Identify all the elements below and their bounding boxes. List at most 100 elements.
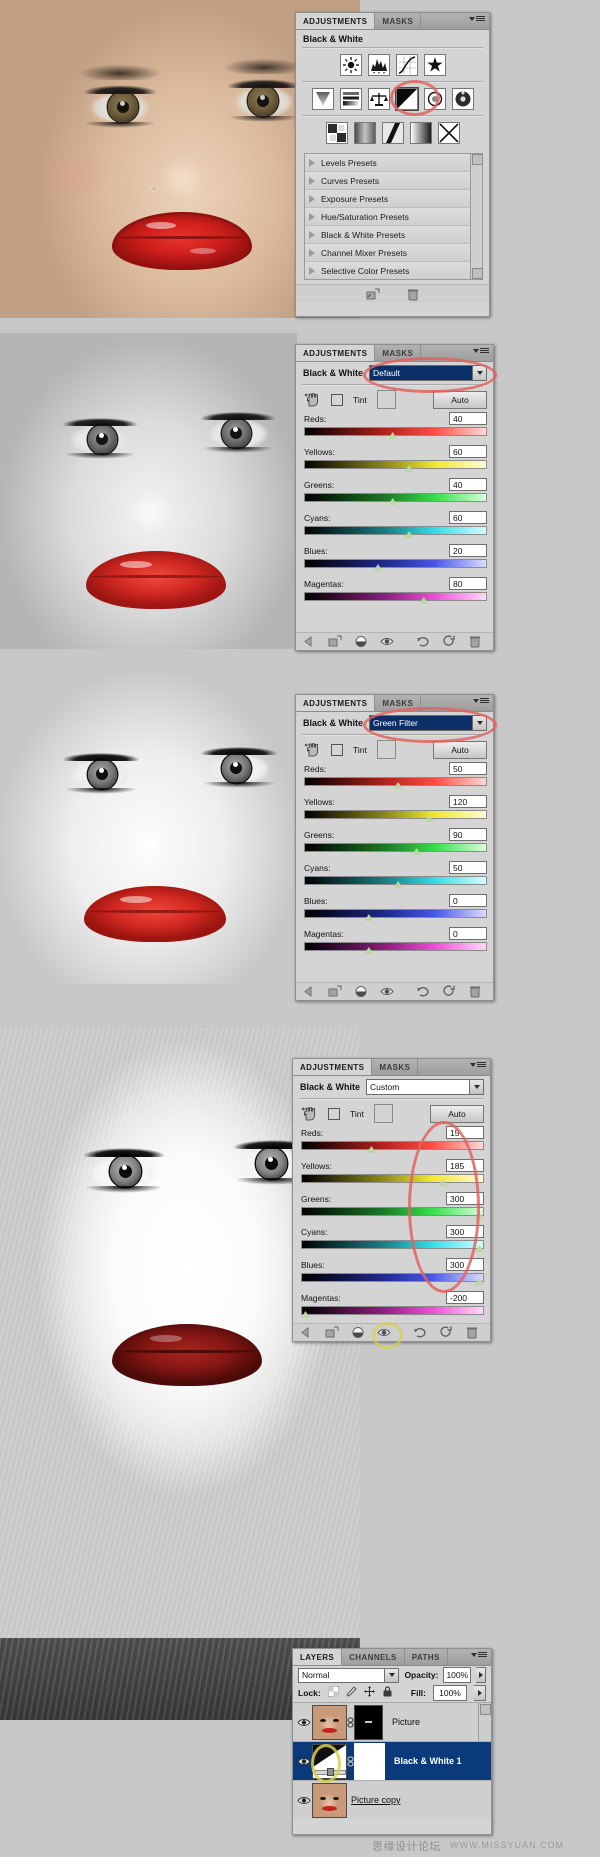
slider-track[interactable]	[304, 942, 487, 951]
slider-track[interactable]	[304, 810, 487, 819]
scroll-up-button[interactable]	[480, 1704, 491, 1715]
clip-to-layer-icon[interactable]	[328, 635, 342, 648]
panel-menu-icon[interactable]	[470, 1062, 486, 1067]
photo-filter-icon[interactable]	[423, 88, 446, 110]
slider-value[interactable]: 60	[449, 445, 487, 458]
tab-channels[interactable]: CHANNELS	[342, 1649, 405, 1665]
layer-link-icon[interactable]	[347, 1755, 354, 1768]
selective-color-icon[interactable]	[437, 122, 460, 144]
slider-value[interactable]: 50	[449, 762, 487, 775]
reset-icon[interactable]	[442, 635, 456, 648]
tint-checkbox[interactable]	[331, 393, 343, 406]
slider-value[interactable]: 60	[449, 511, 487, 524]
preset-row[interactable]: Exposure Presets	[305, 190, 482, 208]
layer-thumbnail[interactable]	[312, 1743, 347, 1779]
tab-adjustments[interactable]: ADJUSTMENTS	[296, 345, 376, 361]
layer-row[interactable]: Picture	[293, 1703, 491, 1742]
on-image-adjust-icon[interactable]	[304, 742, 321, 757]
preset-row[interactable]: Selective Color Presets	[305, 262, 482, 279]
layer-mask-thumbnail[interactable]	[354, 1742, 385, 1780]
expand-triangle-icon[interactable]	[309, 158, 315, 167]
return-to-list-icon[interactable]	[299, 1326, 313, 1339]
slider-value[interactable]: 40	[449, 478, 487, 491]
tab-masks[interactable]: MASKS	[372, 1059, 419, 1075]
toggle-layer-visibility-icon[interactable]	[354, 635, 368, 648]
return-to-list-icon[interactable]	[302, 985, 316, 998]
gradient-map-icon[interactable]	[409, 122, 432, 144]
preset-row[interactable]: Hue/Saturation Presets	[305, 208, 482, 226]
preset-dropdown[interactable]: Default	[369, 365, 487, 381]
slider-track[interactable]	[304, 876, 487, 885]
slider-value[interactable]: 0	[449, 894, 487, 907]
auto-button[interactable]: Auto	[433, 390, 487, 409]
slider-track[interactable]	[304, 777, 487, 786]
layer-visibility-eye-icon[interactable]	[295, 1755, 312, 1768]
on-image-adjust-icon[interactable]	[304, 392, 321, 407]
expand-triangle-icon[interactable]	[309, 266, 315, 275]
panel-menu-icon[interactable]	[469, 16, 485, 21]
slider-track[interactable]	[304, 460, 487, 469]
panel-menu-icon[interactable]	[473, 698, 489, 703]
toggle-layer-visibility-icon[interactable]	[351, 1326, 365, 1339]
tab-masks[interactable]: MASKS	[375, 345, 422, 361]
chevron-down-icon[interactable]	[472, 366, 486, 380]
return-to-list-icon[interactable]	[302, 635, 316, 648]
lock-all-icon[interactable]	[382, 1684, 393, 1702]
tint-color-swatch[interactable]	[376, 390, 396, 409]
tab-paths[interactable]: PATHS	[404, 1649, 448, 1665]
slider-track[interactable]	[304, 843, 487, 852]
preview-eye-icon[interactable]	[372, 1322, 403, 1349]
slider-value[interactable]: 0	[449, 927, 487, 940]
fill-stepper-arrow[interactable]	[474, 1685, 486, 1701]
slider-track[interactable]	[304, 592, 487, 601]
layers-scrollbar[interactable]	[478, 1703, 491, 1741]
slider-track[interactable]	[301, 1273, 484, 1282]
slider-value[interactable]: 20	[449, 544, 487, 557]
preset-dropdown[interactable]: Custom	[366, 1079, 484, 1095]
tint-color-swatch[interactable]	[373, 1104, 393, 1123]
layer-row[interactable]: Picture copy	[293, 1781, 491, 1819]
expand-triangle-icon[interactable]	[309, 230, 315, 239]
tab-adjustments[interactable]: ADJUSTMENTS	[296, 695, 376, 711]
tint-checkbox[interactable]	[328, 1107, 340, 1120]
panel-menu-icon[interactable]	[473, 348, 489, 353]
clip-to-layer-icon[interactable]	[325, 1326, 339, 1339]
tab-masks[interactable]: MASKS	[375, 13, 422, 29]
slider-track[interactable]	[301, 1240, 484, 1249]
scroll-down-button[interactable]	[472, 268, 483, 279]
view-previous-state-icon[interactable]	[413, 1326, 427, 1339]
chevron-down-icon[interactable]	[469, 1080, 483, 1094]
slider-value[interactable]: 40	[449, 412, 487, 425]
auto-button[interactable]: Auto	[430, 1104, 484, 1123]
reset-icon[interactable]	[439, 1326, 453, 1339]
delete-adjustment-icon[interactable]	[468, 985, 482, 998]
tab-adjustments[interactable]: ADJUSTMENTS	[293, 1059, 373, 1075]
preset-scrollbar[interactable]	[470, 154, 483, 279]
slider-value[interactable]: 300	[446, 1225, 484, 1238]
preset-row[interactable]: Channel Mixer Presets	[305, 244, 482, 262]
hue-saturation-icon[interactable]	[339, 88, 362, 110]
layer-thumbnail[interactable]	[312, 1782, 347, 1818]
tab-layers[interactable]: LAYERS	[293, 1649, 343, 1665]
vibrance-icon[interactable]	[311, 88, 334, 110]
preview-eye-icon[interactable]	[380, 635, 394, 648]
slider-value[interactable]: -200	[446, 1291, 484, 1304]
slider-value[interactable]: 300	[446, 1192, 484, 1205]
tint-color-swatch[interactable]	[376, 740, 396, 759]
delete-adjustment-icon[interactable]	[406, 288, 420, 301]
slider-value[interactable]: 90	[449, 828, 487, 841]
view-previous-state-icon[interactable]	[416, 985, 430, 998]
lock-transparent-pixels-icon[interactable]	[327, 1684, 340, 1702]
expand-triangle-icon[interactable]	[309, 212, 315, 221]
expand-triangle-icon[interactable]	[309, 194, 315, 203]
opacity-stepper-arrow[interactable]	[476, 1667, 487, 1683]
reset-icon[interactable]	[442, 985, 456, 998]
layer-row[interactable]: Black & White 1	[293, 1742, 491, 1783]
slider-track[interactable]	[304, 427, 487, 436]
slider-track[interactable]	[304, 559, 487, 568]
slider-track[interactable]	[304, 493, 487, 502]
slider-value[interactable]: 300	[446, 1258, 484, 1271]
layer-visibility-eye-icon[interactable]	[295, 1716, 312, 1729]
chevron-down-icon[interactable]	[472, 716, 486, 730]
tab-adjustments[interactable]: ADJUSTMENTS	[296, 13, 376, 29]
